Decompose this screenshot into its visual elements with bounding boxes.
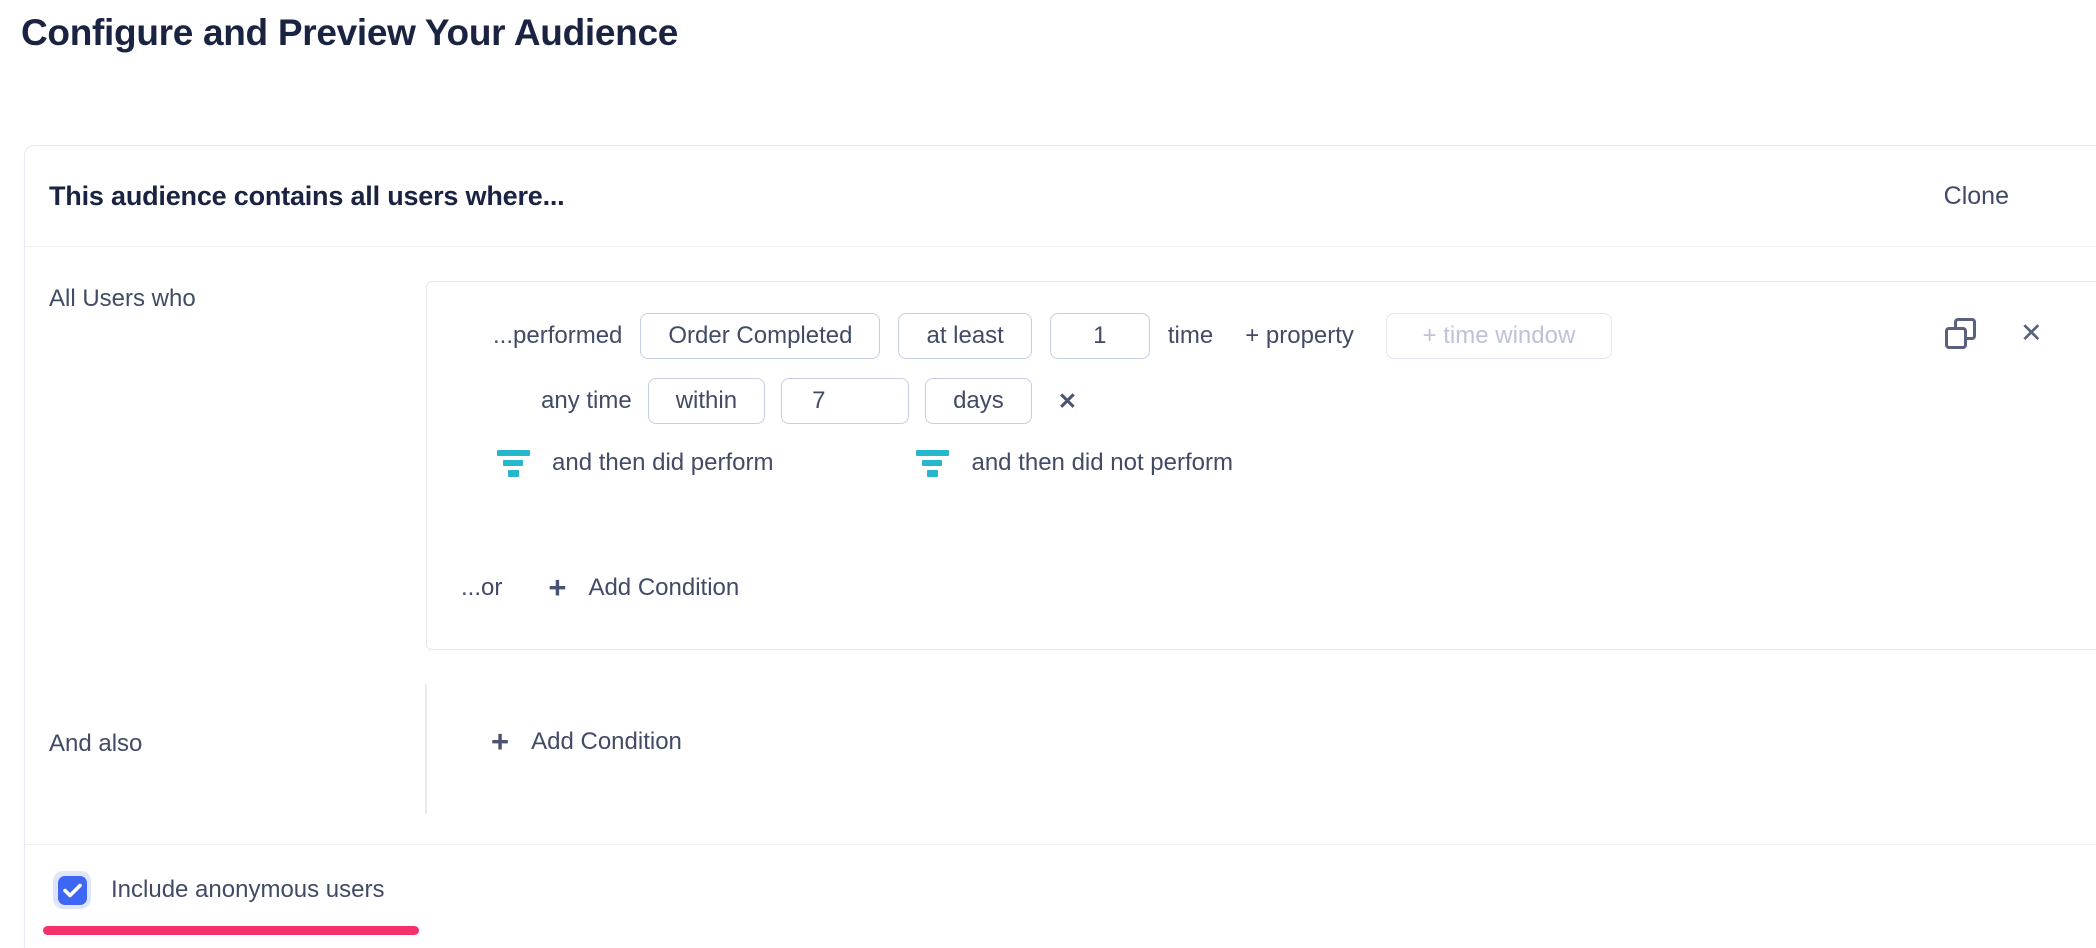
checkmark-icon <box>63 883 82 898</box>
and-then-did-not-perform-button[interactable]: and then did not perform <box>915 449 1233 477</box>
time-window-row: any time within days ✕ <box>541 378 1077 424</box>
performed-condition-row: ...performed Order Completed at least ti… <box>493 313 1612 359</box>
clone-button[interactable]: Clone <box>1944 182 2009 211</box>
window-operator-button[interactable]: within <box>648 378 765 424</box>
include-anonymous-checkbox[interactable] <box>53 871 91 909</box>
checkbox-box <box>58 876 87 905</box>
time-window-input[interactable] <box>1386 313 1612 359</box>
plus-icon: + <box>491 726 509 757</box>
add-condition-label: Add Condition <box>531 728 682 756</box>
remove-time-window-icon[interactable]: ✕ <box>1058 390 1077 413</box>
and-then-did-perform-button[interactable]: and then did perform <box>496 449 773 477</box>
remove-condition-icon[interactable]: ✕ <box>2020 320 2043 347</box>
any-time-label: any time <box>541 387 632 415</box>
funnel-filter-icon <box>915 450 949 477</box>
performed-label: ...performed <box>493 322 622 350</box>
audience-card: This audience contains all users where..… <box>24 145 2096 948</box>
card-header-title: This audience contains all users where..… <box>49 181 564 212</box>
page-title: Configure and Preview Your Audience <box>21 12 678 54</box>
condition-actions: ✕ <box>1945 318 2043 349</box>
event-select-button[interactable]: Order Completed <box>640 313 880 359</box>
and-then-did-perform-label: and then did perform <box>552 449 773 477</box>
and-then-did-not-perform-label: and then did not perform <box>971 449 1233 477</box>
plus-icon: + <box>548 572 566 603</box>
add-condition-label: Add Condition <box>588 574 739 602</box>
funnel-links-row: and then did perform and then did not pe… <box>496 449 1233 477</box>
and-also-label: And also <box>49 730 142 758</box>
frequency-operator-button[interactable]: at least <box>898 313 1031 359</box>
add-and-condition-button[interactable]: + Add Condition <box>491 726 682 757</box>
or-add-condition-row: ...or + Add Condition <box>461 572 739 603</box>
audience-builder-page: Configure and Preview Your Audience This… <box>0 0 2096 948</box>
card-footer: Include anonymous users <box>25 844 2096 909</box>
frequency-unit-label: time <box>1168 322 1213 350</box>
add-property-button[interactable]: + property <box>1245 322 1354 350</box>
all-users-who-label: All Users who <box>49 285 196 313</box>
highlight-underline <box>43 926 419 935</box>
condition-group-box: ...performed Order Completed at least ti… <box>426 281 2096 650</box>
duplicate-condition-icon[interactable] <box>1945 318 1976 349</box>
card-header: This audience contains all users where..… <box>25 146 2096 247</box>
and-also-divider <box>425 684 427 814</box>
add-or-condition-button[interactable]: + Add Condition <box>548 572 739 603</box>
funnel-filter-icon <box>496 450 530 477</box>
or-label: ...or <box>461 574 502 602</box>
frequency-count-input[interactable] <box>1050 313 1150 359</box>
card-body: All Users who ...performed Order Complet… <box>25 247 2096 844</box>
window-unit-button[interactable]: days <box>925 378 1032 424</box>
window-count-input[interactable] <box>781 378 909 424</box>
include-anonymous-label[interactable]: Include anonymous users <box>111 876 385 904</box>
